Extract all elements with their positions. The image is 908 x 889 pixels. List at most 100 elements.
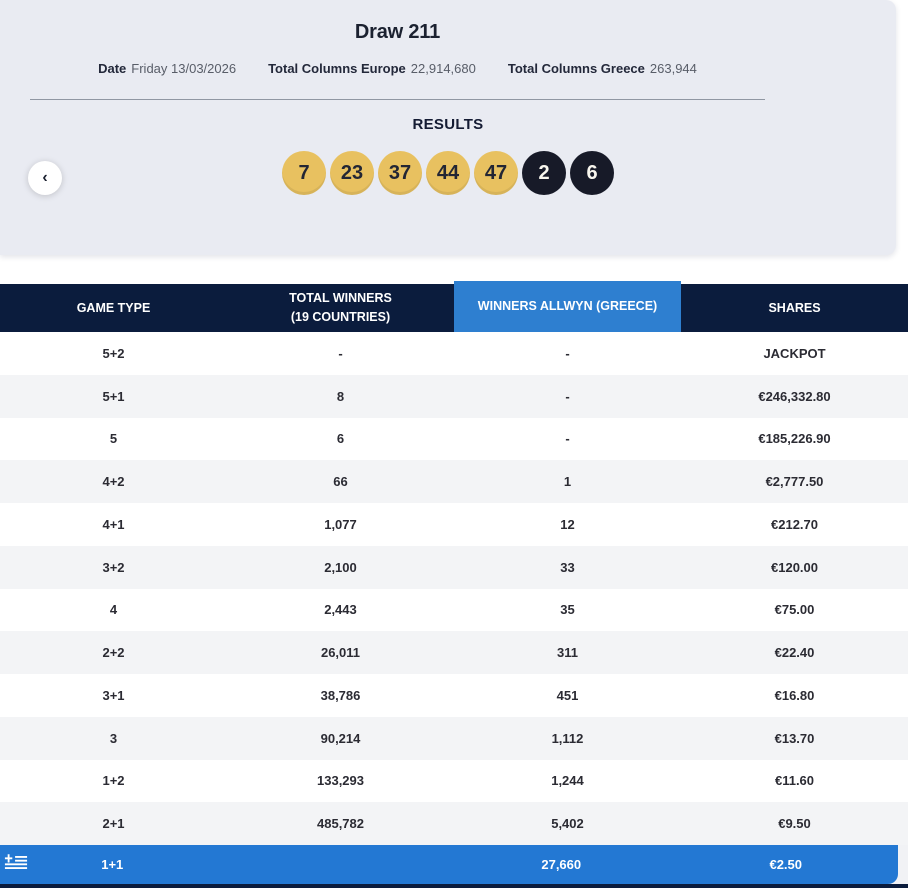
table-cell: 66 — [227, 460, 454, 503]
table-cell: 2+1 — [0, 802, 227, 845]
table-row: 3+138,786451€16.80 — [0, 674, 908, 717]
table-row: 2+1485,7825,402€9.50 — [0, 802, 908, 845]
table-cell: €2,777.50 — [681, 460, 908, 503]
table-cell: 2,100 — [227, 546, 454, 589]
table-row: 42,44335€75.00 — [0, 589, 908, 632]
column-header-line: TOTAL WINNERS — [289, 289, 392, 308]
table-cell: 1,077 — [227, 503, 454, 546]
table-cell: - — [454, 375, 681, 418]
meta-value: Friday 13/03/2026 — [131, 61, 236, 76]
table-cell: JACKPOT — [681, 332, 908, 375]
table-cell: 6 — [227, 418, 454, 461]
table-cell: €13.70 — [681, 717, 908, 760]
euro-number-ball: 2 — [522, 151, 566, 195]
meta-value: 22,914,680 — [411, 61, 476, 76]
table-cell: 33 — [454, 546, 681, 589]
table-cell: 1+2 — [0, 760, 227, 803]
table-cell: 4 — [0, 589, 227, 632]
main-number-ball: 47 — [474, 151, 518, 195]
main-number-ball: 37 — [378, 151, 422, 195]
table-cell: €246,332.80 — [681, 375, 908, 418]
table-cell: 485,782 — [227, 802, 454, 845]
column-header-line: WINNERS ALLWYN (GREECE) — [478, 297, 657, 316]
meta-label: Total Columns Greece — [508, 61, 645, 76]
meta-label: Date — [98, 61, 126, 76]
table-cell: 12 — [454, 503, 681, 546]
column-header: TOTAL WINNERS(19 COUNTRIES) — [227, 284, 454, 332]
table-cell: €75.00 — [681, 589, 908, 632]
euro-number-ball: 6 — [570, 151, 614, 195]
table-cell: €22.40 — [681, 631, 908, 674]
table-cell: 3 — [0, 717, 227, 760]
draw-meta: Date Friday 13/03/2026 Total Columns Europ… — [0, 61, 795, 76]
column-header: SHARES — [681, 284, 908, 332]
meta-label: Total Columns Europe — [268, 61, 406, 76]
table-cell: €16.80 — [681, 674, 908, 717]
main-number-ball: 7 — [282, 151, 326, 195]
meta-value: 263,944 — [650, 61, 697, 76]
table-body: 5+2--JACKPOT5+18-€246,332.8056-€185,226.… — [0, 332, 908, 845]
column-header-winners-allwyn[interactable]: WINNERS ALLWYN (GREECE) — [454, 281, 681, 332]
table-cell: 35 — [454, 589, 681, 632]
chevron-left-icon: ‹ — [42, 169, 47, 187]
table-cell: 4+2 — [0, 460, 227, 503]
table-cell: €185,226.90 — [681, 418, 908, 461]
table-cell: 4+1 — [0, 503, 227, 546]
greek-flag-icon — [4, 853, 28, 876]
previous-draw-button[interactable]: ‹ — [28, 161, 62, 195]
bottom-navy-bar — [0, 884, 908, 888]
winning-numbers: 72337444726 — [0, 151, 896, 195]
table-cell: 311 — [454, 631, 681, 674]
table-cell: €11.60 — [681, 760, 908, 803]
table-row: 2+226,011311€22.40 — [0, 631, 908, 674]
table-cell: 27,660 — [449, 845, 674, 884]
table-cell: €9.50 — [681, 802, 908, 845]
column-header: GAME TYPE — [0, 284, 227, 332]
table-header: GAME TYPE TOTAL WINNERS(19 COUNTRIES) WINN… — [0, 284, 908, 332]
table-cell: 26,011 — [227, 631, 454, 674]
table-row: 390,2141,112€13.70 — [0, 717, 908, 760]
table-cell: - — [454, 332, 681, 375]
table-cell: 1 — [454, 460, 681, 503]
table-cell: 5 — [0, 418, 227, 461]
table-cell: 2+2 — [0, 631, 227, 674]
table-cell: - — [454, 418, 681, 461]
table-cell: 5+2 — [0, 332, 227, 375]
table-row: 4+2661€2,777.50 — [0, 460, 908, 503]
table-row: 56-€185,226.90 — [0, 418, 908, 461]
winners-table: GAME TYPE TOTAL WINNERS(19 COUNTRIES) WINN… — [0, 284, 908, 888]
table-cell: 5,402 — [454, 802, 681, 845]
table-cell: 90,214 — [227, 717, 454, 760]
table-cell: €212.70 — [681, 503, 908, 546]
draw-meta-item: Total Columns Greece 263,944 — [508, 61, 697, 76]
table-cell: 3+1 — [0, 674, 227, 717]
table-cell: 1,244 — [454, 760, 681, 803]
greece-highlight-row: 1+127,660€2.50 — [0, 845, 898, 884]
table-cell: 5+1 — [0, 375, 227, 418]
table-cell: 3+2 — [0, 546, 227, 589]
main-number-ball: 44 — [426, 151, 470, 195]
table-row: 4+11,07712€212.70 — [0, 503, 908, 546]
main-number-ball: 23 — [330, 151, 374, 195]
draw-summary-card: Draw 211 DateFriday 13/03/2026Total Colu… — [0, 0, 896, 255]
table-cell — [225, 845, 450, 884]
table-cell: 451 — [454, 674, 681, 717]
highlight-row-strip: 1+127,660€2.50 — [0, 845, 908, 884]
table-row: 5+18-€246,332.80 — [0, 375, 908, 418]
table-row: 5+2--JACKPOT — [0, 332, 908, 375]
table-cell: 8 — [227, 375, 454, 418]
table-cell: €120.00 — [681, 546, 908, 589]
column-header-line: SHARES — [768, 299, 820, 318]
table-cell: €2.50 — [674, 845, 899, 884]
draw-meta-item: Total Columns Europe 22,914,680 — [268, 61, 476, 76]
eurojackpot-results-page: Draw 211 DateFriday 13/03/2026Total Colu… — [0, 0, 908, 889]
table-cell: 133,293 — [227, 760, 454, 803]
divider — [30, 99, 765, 100]
column-header-line: GAME TYPE — [77, 299, 151, 318]
draw-header: Draw 211 DateFriday 13/03/2026Total Colu… — [0, 0, 795, 100]
table-row: 3+22,10033€120.00 — [0, 546, 908, 589]
table-cell: 1,112 — [454, 717, 681, 760]
table-cell: - — [227, 332, 454, 375]
table-row: 1+2133,2931,244€11.60 — [0, 760, 908, 803]
results-heading: RESULTS — [0, 116, 896, 133]
